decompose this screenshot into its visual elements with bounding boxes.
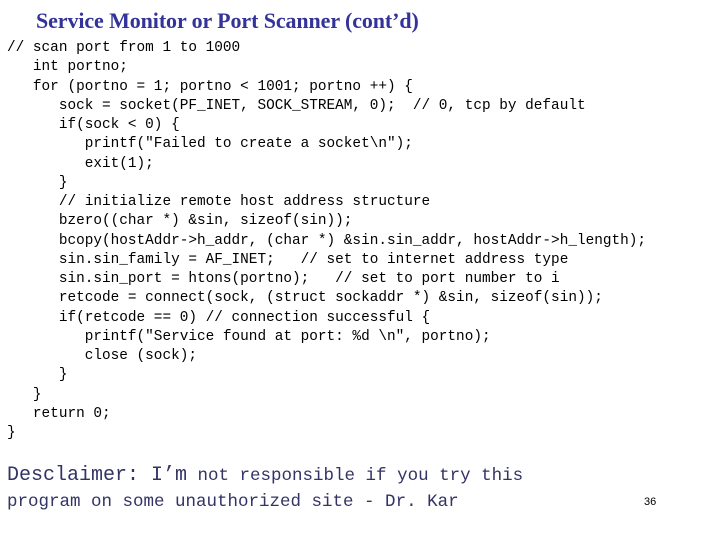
code-line: if(sock < 0) {: [7, 117, 180, 133]
code-line: bzero((char *) &sin, sizeof(sin));: [7, 213, 353, 230]
code-line: }: [7, 425, 16, 441]
code-line: return 0;: [7, 405, 111, 422]
code-line: retcode = connect(sock, (struct sockaddr…: [7, 290, 603, 307]
code-block: // scan port from 1 to 1000 int portno; …: [7, 39, 646, 443]
disclaimer-text: not responsible if you try this: [187, 466, 524, 486]
code-line: printf("Failed to create a socket\n");: [7, 136, 413, 153]
code-line: printf("Service found at port: %d \n", p…: [7, 328, 491, 345]
disclaimer-heading: Desclaimer: I’m: [7, 464, 188, 487]
disclaimer: Desclaimer: I’m not responsible if you t…: [7, 463, 523, 515]
disclaimer-line-1: Desclaimer: I’m not responsible if you t…: [7, 463, 523, 489]
code-line: }: [7, 174, 68, 191]
code-line: }: [7, 367, 68, 384]
code-line: close (sock);: [7, 348, 197, 364]
code-line: sin.sin_family = AF_INET; // set to inte…: [7, 251, 569, 268]
code-line: sin.sin_port = htons(portno); // set to …: [7, 271, 560, 287]
code-line: exit(1);: [7, 155, 154, 172]
code-line: bcopy(hostAddr->h_addr, (char *) &sin.si…: [7, 232, 647, 249]
code-line: sock = socket(PF_INET, SOCK_STREAM, 0); …: [7, 97, 586, 114]
code-line: int portno;: [7, 59, 128, 76]
code-line: // scan port from 1 to 1000: [7, 40, 241, 56]
disclaimer-line-2: program on some unauthorized site - Dr. …: [7, 492, 459, 512]
code-line: if(retcode == 0) // connection successfu…: [7, 309, 431, 326]
page-number: 36: [644, 496, 657, 508]
slide-title: Service Monitor or Port Scanner (cont’d): [36, 8, 419, 33]
code-line: }: [7, 386, 42, 403]
code-line: for (portno = 1; portno < 1001; portno +…: [7, 78, 413, 95]
code-line: // initialize remote host address struct…: [7, 194, 431, 210]
